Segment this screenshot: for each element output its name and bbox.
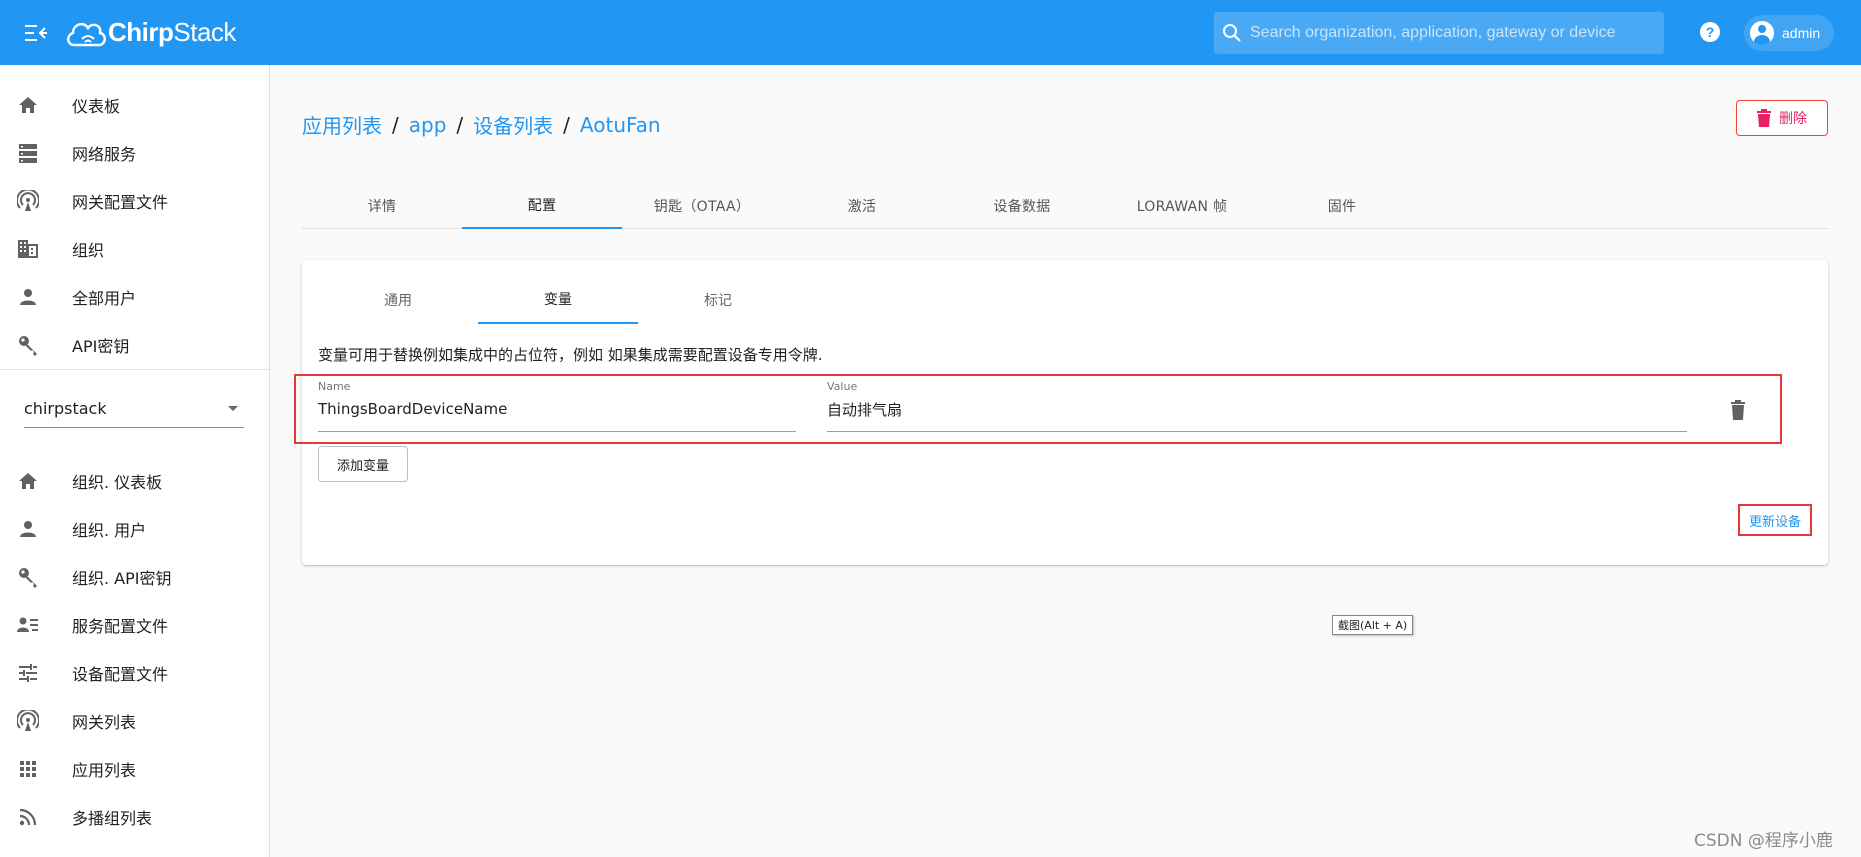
radio-tower-icon (16, 189, 40, 213)
subtab-general[interactable]: 通用 (318, 276, 478, 324)
home-icon (16, 469, 40, 493)
sidebar-item-api-keys[interactable]: API密钥 (0, 321, 269, 369)
tab-configuration[interactable]: 配置 (462, 183, 622, 229)
sidebar-divider (0, 369, 269, 370)
help-circle-icon[interactable]: ? (1698, 20, 1722, 44)
subtab-tags[interactable]: 标记 (638, 276, 798, 324)
configuration-card: 通用 变量 标记 变量可用于替换例如集成中的占位符，例如 如果集成需要配置设备专… (294, 260, 1828, 565)
user-menu-button[interactable]: admin (1744, 15, 1835, 51)
sidebar-item-label: 组织 (72, 241, 105, 260)
sidebar-item-label: 服务配置文件 (72, 617, 169, 636)
breadcrumb-app[interactable]: app (409, 113, 447, 137)
variable-name-label: Name (318, 380, 351, 393)
sidebar-item-label: 多播组列表 (72, 809, 153, 828)
key-icon (16, 565, 40, 589)
breadcrumb-separator: / (392, 112, 399, 137)
account-icon (16, 285, 40, 309)
sidebar-item-label: 全部用户 (72, 289, 137, 308)
sidebar-item-org-users[interactable]: 组织. 用户 (0, 505, 269, 553)
search-input[interactable] (1250, 24, 1650, 42)
delete-button-label: 删除 (1779, 111, 1807, 127)
rss-icon (16, 805, 40, 829)
watermark: CSDN @程序小鹿 (1694, 831, 1833, 851)
radio-tower-icon (16, 709, 40, 733)
breadcrumb-separator: / (563, 112, 570, 137)
delete-device-button[interactable]: 删除 (1736, 100, 1828, 136)
account-circle-icon (1750, 21, 1774, 45)
sidebar-item-service-profiles[interactable]: 服务配置文件 (0, 601, 269, 649)
sidebar-item-dashboard[interactable]: 仪表板 (0, 81, 269, 129)
sidebar-item-label: 仪表板 (72, 97, 121, 116)
sidebar-item-all-users[interactable]: 全部用户 (0, 273, 269, 321)
chevron-down-icon (228, 406, 238, 411)
breadcrumb-devices[interactable]: 设备列表 (473, 110, 553, 139)
sidebar-item-applications[interactable]: 应用列表 (0, 745, 269, 793)
svg-text:?: ? (1706, 24, 1715, 40)
logo-text: ChirpStack (108, 17, 236, 47)
app-bar: ChirpStack ? admin (0, 0, 1861, 65)
config-subtabs: 通用 变量 标记 (318, 276, 798, 324)
sidebar-item-label: 组织. API密钥 (72, 569, 172, 588)
variable-name-field[interactable]: Name (318, 380, 796, 432)
sidebar-item-device-profiles[interactable]: 设备配置文件 (0, 649, 269, 697)
tab-device-data[interactable]: 设备数据 (942, 183, 1102, 229)
search-icon (1222, 23, 1242, 43)
tab-keys-otaa[interactable]: 钥匙（OTAA） (622, 183, 782, 229)
device-tabs: 详情 配置 钥匙（OTAA） 激活 设备数据 LORAWAN 帧 固件 (302, 183, 1828, 229)
update-device-button[interactable]: 更新设备 (1738, 504, 1812, 536)
sidebar-item-label: 网络服务 (72, 145, 137, 164)
sidebar: 仪表板 网络服务 网关配置文件 组织 全部用户 API密钥 chirpstack (0, 65, 270, 857)
sidebar-item-gateway-profiles[interactable]: 网关配置文件 (0, 177, 269, 225)
variable-value-input[interactable] (827, 400, 1687, 418)
sidebar-item-label: 应用列表 (72, 761, 137, 780)
apps-icon (16, 757, 40, 781)
sidebar-item-gateways[interactable]: 网关列表 (0, 697, 269, 745)
variable-value-label: Value (827, 380, 858, 393)
search-box[interactable] (1214, 12, 1664, 54)
screenshot-tooltip: 截图(Alt + A) (1332, 615, 1414, 635)
username: admin (1782, 25, 1821, 41)
sidebar-item-multicast-groups[interactable]: 多播组列表 (0, 793, 269, 841)
sidebar-item-organizations[interactable]: 组织 (0, 225, 269, 273)
breadcrumb: 应用列表 / app / 设备列表 / AotuFan (302, 110, 661, 139)
organization-select[interactable]: chirpstack (24, 390, 244, 428)
sidebar-item-label: 组织. 用户 (72, 521, 147, 540)
sidebar-item-label: API密钥 (72, 337, 130, 356)
trash-icon[interactable] (1730, 400, 1754, 424)
sidebar-item-org-dashboard[interactable]: 组织. 仪表板 (0, 457, 269, 505)
sidebar-item-network-servers[interactable]: 网络服务 (0, 129, 269, 177)
server-icon (16, 141, 40, 165)
tab-firmware[interactable]: 固件 (1262, 183, 1422, 229)
tab-activation[interactable]: 激活 (782, 183, 942, 229)
add-variable-button[interactable]: 添加变量 (318, 446, 408, 482)
tune-icon (16, 661, 40, 685)
subtab-variables[interactable]: 变量 (478, 276, 638, 324)
breadcrumb-device[interactable]: AotuFan (580, 113, 661, 137)
breadcrumb-separator: / (456, 112, 464, 137)
menu-open-icon[interactable] (16, 13, 56, 53)
sidebar-item-label: 网关列表 (72, 713, 137, 732)
organization-select-value: chirpstack (24, 399, 107, 418)
variable-value-field[interactable]: Value (827, 380, 1687, 432)
sidebar-item-label: 网关配置文件 (72, 193, 169, 212)
variable-name-input[interactable] (318, 400, 796, 418)
variables-description: 变量可用于替换例如集成中的占位符，例如 如果集成需要配置设备专用令牌. (318, 346, 823, 364)
account-icon (16, 517, 40, 541)
cloud-logo-icon (67, 22, 106, 46)
home-icon (16, 93, 40, 117)
tab-lorawan-frames[interactable]: LORAWAN 帧 (1102, 183, 1262, 229)
account-details-icon (16, 613, 40, 637)
tab-details[interactable]: 详情 (302, 183, 462, 229)
sidebar-item-label: 设备配置文件 (72, 665, 169, 684)
breadcrumb-applications[interactable]: 应用列表 (302, 110, 382, 139)
key-icon (16, 333, 40, 357)
chirpstack-logo[interactable]: ChirpStack (64, 15, 236, 51)
sidebar-item-org-api-keys[interactable]: 组织. API密钥 (0, 553, 269, 601)
domain-icon (16, 237, 40, 261)
trash-icon (1757, 109, 1771, 127)
sidebar-item-label: 组织. 仪表板 (72, 473, 163, 492)
